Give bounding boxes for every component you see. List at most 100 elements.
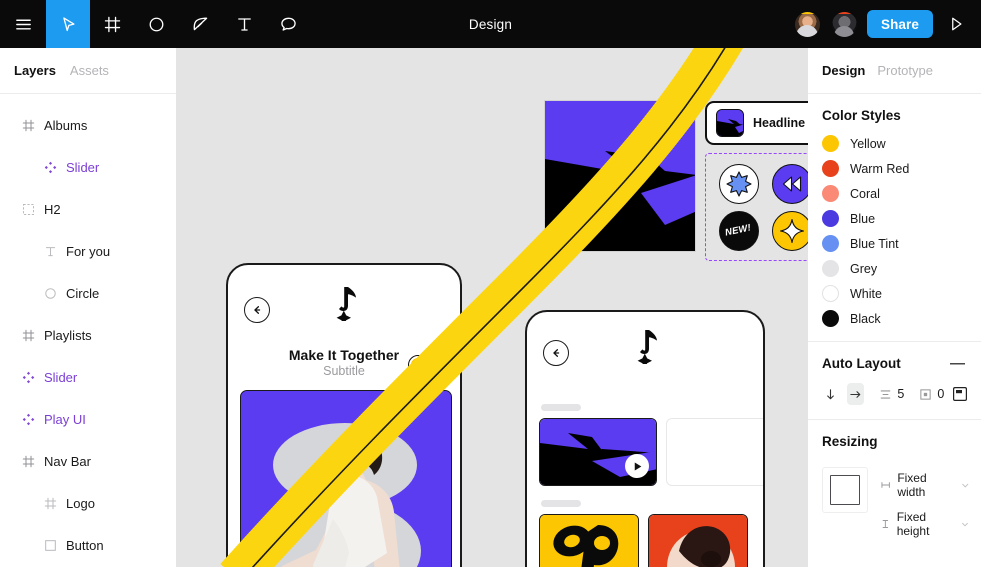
layer-item-h2[interactable]: H2: [0, 188, 176, 230]
group-icon: [22, 203, 35, 215]
sparkle-badge[interactable]: [771, 210, 808, 251]
color-label: Grey: [850, 261, 878, 276]
layer-item-slider[interactable]: Slider: [0, 146, 176, 188]
star-burst-badge[interactable]: [718, 163, 759, 204]
layer-item-playlists[interactable]: Playlists: [0, 314, 176, 356]
layer-item-button[interactable]: Button: [0, 524, 176, 566]
color-style-black[interactable]: Black: [808, 306, 981, 331]
layer-label: Playlists: [44, 327, 92, 343]
figma-window: Design Share Layers Assets Albums Slider…: [0, 0, 981, 567]
color-style-blue-tint[interactable]: Blue Tint: [808, 231, 981, 256]
layer-label: Slider: [44, 369, 78, 385]
layer-item-slider-2[interactable]: Slider: [0, 356, 176, 398]
chevron-down-icon: [962, 522, 968, 526]
avatar[interactable]: [792, 9, 822, 39]
tab-layers[interactable]: Layers: [14, 63, 56, 78]
move-tool-icon[interactable]: [46, 0, 90, 48]
phone-mockup-2[interactable]: [525, 310, 765, 567]
color-label: Blue: [850, 211, 876, 226]
ellipse-tool-icon[interactable]: [134, 0, 178, 48]
color-swatch: [822, 185, 839, 202]
comment-tool-icon[interactable]: [266, 0, 310, 48]
layer-label: Button: [66, 537, 104, 553]
yellow-card-artwork: [540, 515, 638, 567]
hero-photo-illustration: [241, 391, 451, 567]
placeholder-bar: [541, 404, 581, 411]
present-icon[interactable]: [941, 0, 971, 48]
layer-item-logo[interactable]: Logo: [0, 482, 176, 524]
text-icon: [45, 246, 56, 256]
alignment-icon[interactable]: [951, 383, 969, 405]
resize-preview-box[interactable]: [822, 467, 868, 513]
color-style-coral[interactable]: Coral: [808, 181, 981, 206]
topbar-actions: Share: [792, 0, 971, 48]
toggle-switch[interactable]: [408, 355, 443, 375]
artboard-abstract[interactable]: [544, 100, 696, 252]
design-canvas[interactable]: Headline NEW! Make It Together Subtitle: [176, 48, 808, 567]
app-logo-icon: [334, 287, 360, 326]
color-style-blue[interactable]: Blue: [808, 206, 981, 231]
resizing-heading: Resizing: [822, 434, 878, 449]
top-toolbar: Design Share: [0, 0, 981, 48]
horizontal-direction-icon[interactable]: [846, 383, 865, 405]
color-style-warm-red[interactable]: Warm Red: [808, 156, 981, 181]
new-badge[interactable]: NEW!: [718, 210, 759, 251]
avatar[interactable]: [829, 9, 859, 39]
color-label: Black: [850, 311, 881, 326]
padding-field[interactable]: 0: [919, 387, 944, 401]
layers-panel: Layers Assets Albums Slider H2 For you C…: [0, 48, 176, 567]
layer-label: Slider: [66, 159, 100, 175]
auto-layout-collapse-button[interactable]: —: [950, 356, 967, 371]
fixed-height-dropdown[interactable]: Fixed height: [880, 510, 969, 538]
resizing-title: Resizing: [808, 420, 981, 457]
coral-photo-card[interactable]: [648, 514, 748, 567]
frame-tool-icon[interactable]: [90, 0, 134, 48]
layer-label: Play UI: [44, 411, 86, 427]
star-burst-icon: [725, 170, 752, 197]
video-card[interactable]: [539, 418, 657, 486]
color-label: Coral: [850, 186, 880, 201]
layers-list: Albums Slider H2 For you Circle Playlist…: [0, 94, 176, 566]
menu-icon[interactable]: [0, 0, 46, 48]
text-tool-icon[interactable]: [222, 0, 266, 48]
color-style-yellow[interactable]: Yellow: [808, 131, 981, 156]
rewind-badge[interactable]: [771, 163, 808, 204]
phone1-hero-photo[interactable]: [240, 390, 452, 567]
tab-assets[interactable]: Assets: [70, 63, 109, 78]
share-button[interactable]: Share: [866, 10, 933, 38]
back-button[interactable]: [543, 340, 569, 366]
badge-selection-group[interactable]: NEW!: [705, 153, 808, 261]
tab-prototype[interactable]: Prototype: [877, 63, 933, 78]
layer-item-circle[interactable]: Circle: [0, 272, 176, 314]
color-style-grey[interactable]: Grey: [808, 256, 981, 281]
headline-thumbnail: [716, 109, 744, 137]
toggle-knob: [411, 358, 425, 372]
yellow-op-card[interactable]: [539, 514, 639, 567]
fixed-width-label: Fixed width: [897, 471, 927, 499]
fixed-width-dropdown[interactable]: Fixed width: [880, 471, 969, 499]
pen-tool-icon[interactable]: [178, 0, 222, 48]
color-swatch: [822, 160, 839, 177]
phone-mockup-1[interactable]: Make It Together Subtitle: [226, 263, 462, 567]
play-button[interactable]: [625, 454, 649, 478]
tab-design[interactable]: Design: [822, 63, 865, 78]
headline-card[interactable]: Headline: [705, 101, 808, 145]
layer-item-play-ui[interactable]: Play UI: [0, 398, 176, 440]
empty-card[interactable]: [666, 418, 763, 486]
layer-item-albums[interactable]: Albums: [0, 104, 176, 146]
sparkle-icon: [779, 218, 804, 243]
back-button[interactable]: [244, 297, 270, 323]
auto-layout-controls: 5 0: [808, 379, 981, 405]
layer-item-nav-bar[interactable]: Nav Bar: [0, 440, 176, 482]
color-styles-title: Color Styles: [808, 94, 981, 131]
color-style-white[interactable]: White: [808, 281, 981, 306]
layer-item-for-you[interactable]: For you: [0, 230, 176, 272]
auto-layout-heading: Auto Layout: [822, 356, 901, 371]
app-logo-icon: [635, 330, 661, 369]
color-styles-list: Yellow Warm Red Coral Blue Blue Tint Gre…: [808, 131, 981, 331]
layer-label: H2: [44, 201, 61, 217]
vertical-direction-icon[interactable]: [822, 383, 840, 405]
component-icon: [44, 161, 57, 173]
auto-layout-title: Auto Layout —: [808, 342, 981, 379]
spacing-field[interactable]: 5: [879, 387, 904, 401]
